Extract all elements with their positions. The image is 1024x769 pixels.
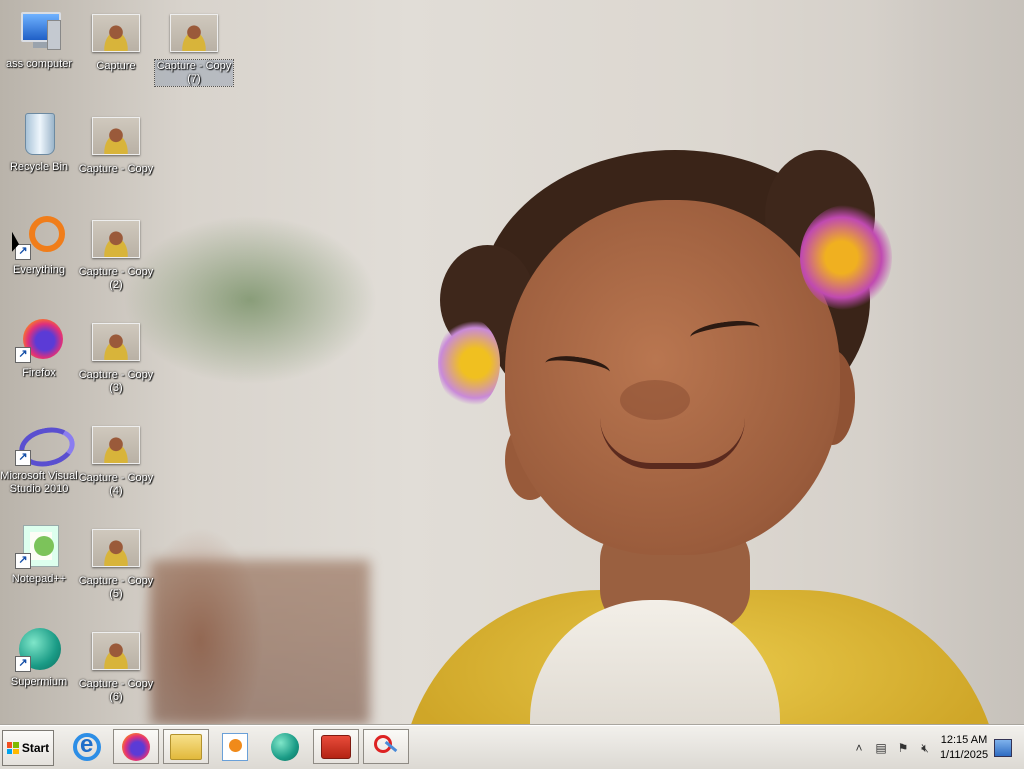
taskbar-supermium[interactable]	[262, 729, 308, 764]
taskbar-firefox[interactable]	[113, 729, 159, 764]
image-file-icon	[92, 323, 140, 361]
clock-date: 1/11/2025	[939, 749, 989, 761]
everything-search-icon: ↗	[15, 216, 65, 260]
desktop-icon-capture-copy-2[interactable]: Capture - Copy (2)	[77, 206, 155, 292]
shortcut-arrow-icon: ↗	[15, 553, 31, 569]
desktop-icon-label: Recycle Bin	[9, 161, 69, 173]
desktop-icon-firefox[interactable]: ↗ Firefox	[0, 309, 78, 380]
desktop-icon-supermium[interactable]: ↗ Supermium	[0, 618, 78, 689]
desktop-icon-label: Everything	[13, 264, 65, 276]
firefox-icon: ↗	[15, 319, 63, 363]
snipping-tool-icon	[372, 733, 400, 761]
desktop-icon-label: Supermium	[10, 676, 68, 688]
desktop-icon-label: Capture - Copy (6)	[78, 678, 154, 703]
desktop-icon-label: Notepad++	[11, 573, 67, 585]
computer-icon	[15, 10, 63, 54]
image-file-icon	[92, 117, 140, 155]
desktop-icon-computer[interactable]: ass computer	[0, 0, 78, 71]
image-file-icon	[92, 632, 140, 670]
visual-studio-icon: ↗	[15, 422, 79, 472]
taskbar-media-player[interactable]	[212, 729, 258, 764]
desktop-icon-label: Capture	[96, 60, 136, 72]
desktop-icon-capture-copy-4[interactable]: Capture - Copy (4)	[77, 412, 155, 498]
desktop-icon-label: Capture - Copy (5)	[78, 575, 154, 600]
mouse-cursor-icon	[12, 231, 19, 255]
desktop-icon-label: Capture - Copy (2)	[78, 266, 154, 291]
supermium-icon: ↗	[15, 628, 63, 672]
volume-muted-icon[interactable]: 🔇︎	[914, 738, 936, 758]
flag-icon[interactable]: ⚑	[892, 738, 914, 758]
desktop-icon-label: Capture - Copy (4)	[78, 472, 154, 497]
desktop-icon-label: Capture - Copy	[78, 163, 154, 175]
show-desktop-button[interactable]	[994, 739, 1012, 757]
start-label: Start	[21, 741, 50, 755]
desktop-icon-capture-copy-6[interactable]: Capture - Copy (6)	[77, 618, 155, 704]
image-file-icon	[92, 14, 140, 52]
shortcut-arrow-icon: ↗	[15, 347, 31, 363]
clock[interactable]: 12:15 AM 1/11/2025	[936, 733, 992, 763]
desktop-icon-notepad-plus-plus[interactable]: ↗ Notepad++	[0, 515, 78, 586]
image-file-icon	[92, 426, 140, 464]
desktop-icon-capture-copy-7[interactable]: Capture - Copy (7)	[154, 0, 234, 87]
firefox-icon	[122, 732, 150, 761]
desktop-icon-label: Microsoft Visual Studio 2010	[0, 470, 78, 495]
image-file-icon	[170, 14, 218, 52]
recycle-bin-icon	[15, 113, 63, 157]
desktop-icon-label: Firefox	[22, 367, 56, 379]
desktop-icon-label: Capture - Copy (3)	[78, 369, 154, 394]
start-button[interactable]: Start	[2, 730, 54, 766]
internet-explorer-icon	[73, 731, 101, 761]
shortcut-arrow-icon: ↗	[15, 656, 31, 672]
desktop-icon-visual-studio[interactable]: ↗ Microsoft Visual Studio 2010	[0, 412, 79, 496]
taskbar-internet-explorer[interactable]	[64, 729, 110, 764]
media-player-icon	[222, 732, 248, 761]
image-file-icon	[92, 529, 140, 567]
image-file-icon	[92, 220, 140, 258]
desktop-icon-capture-copy-5[interactable]: Capture - Copy (5)	[77, 515, 155, 601]
taskbar-toolbox[interactable]	[313, 729, 359, 764]
clock-time: 12:15 AM	[940, 734, 988, 746]
desktop-icon-capture-copy-3[interactable]: Capture - Copy (3)	[77, 309, 155, 395]
desktop-icon-capture[interactable]: Capture	[77, 0, 155, 73]
notepad-plus-plus-icon: ↗	[15, 525, 63, 569]
system-tray: ˄ ▤ ⚑ 🔇︎ 12:15 AM 1/11/2025	[848, 730, 1022, 766]
network-icon[interactable]: ▤	[870, 738, 892, 758]
taskbar-snipping-tool[interactable]	[363, 729, 409, 764]
file-explorer-icon	[170, 733, 202, 760]
desktop-icon-capture-copy[interactable]: Capture - Copy	[77, 103, 155, 176]
supermium-icon	[271, 732, 299, 761]
show-hidden-icons-button[interactable]: ˄	[848, 738, 870, 758]
taskbar: Start ˄ ▤ ⚑ 🔇︎ 12:15 AM 1/11/2025	[0, 725, 1024, 769]
desktop-icon-label: Capture - Copy (7)	[154, 59, 234, 87]
shortcut-arrow-icon: ↗	[15, 450, 31, 466]
taskbar-file-explorer[interactable]	[163, 729, 209, 764]
windows-logo-icon	[6, 742, 19, 754]
desktop-icon-label: ass computer	[5, 58, 73, 70]
toolbox-icon	[321, 734, 351, 759]
desktop-icon-recycle-bin[interactable]: Recycle Bin	[0, 103, 78, 174]
